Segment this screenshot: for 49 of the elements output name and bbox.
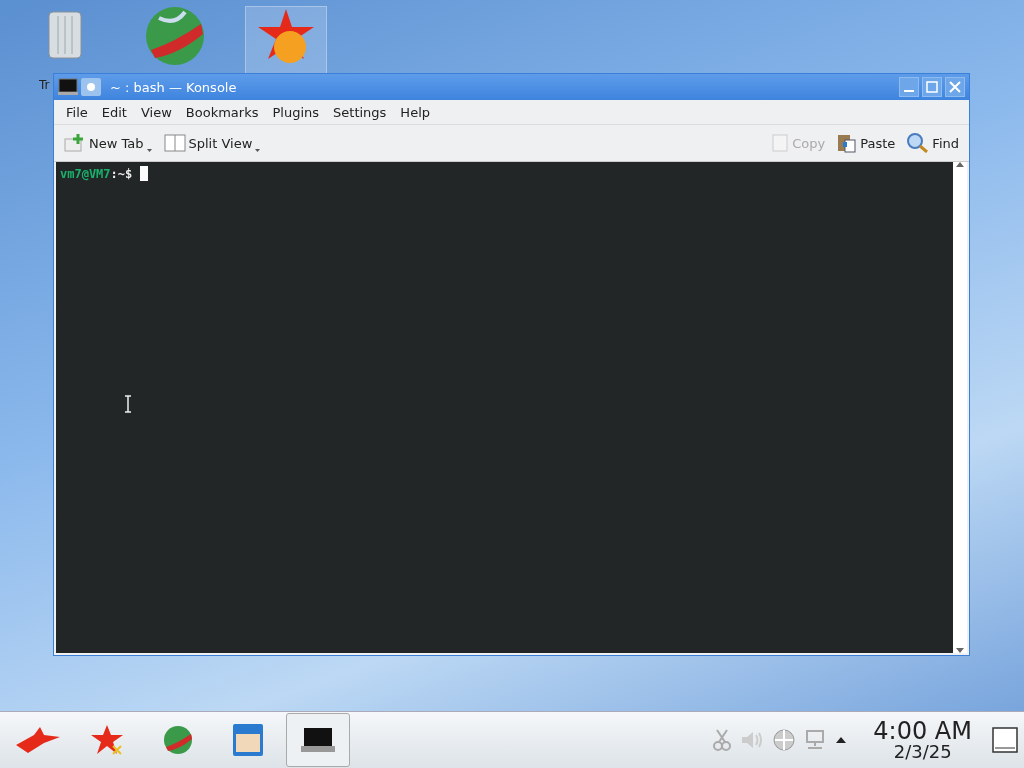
maximize-icon [926, 81, 938, 93]
scrollbar[interactable] [953, 162, 967, 653]
network-icon[interactable] [773, 729, 796, 751]
file-manager-icon [233, 724, 263, 756]
text-cursor [140, 166, 149, 181]
menu-item[interactable]: View [140, 104, 172, 120]
close-button[interactable] [945, 77, 965, 97]
ibeam-cursor-icon [124, 395, 132, 413]
prompt-user-host: vm7@VM7 [60, 166, 111, 181]
menu-item[interactable]: Bookmarks [185, 104, 259, 120]
globe-icon [163, 725, 193, 755]
prompt-path: :~$ [110, 166, 133, 181]
split-view-icon [163, 134, 186, 152]
clock-time: 4:00 AM [873, 719, 972, 743]
dropdown-arrow-icon[interactable] [146, 149, 152, 152]
desktop-icon-label[interactable]: Tr [39, 78, 50, 92]
menu-item[interactable]: Settings [333, 104, 387, 120]
clock[interactable]: 4:00 AM 2/3/25 [873, 719, 972, 761]
menu-item[interactable]: File [66, 104, 88, 120]
minimize-icon [904, 90, 914, 92]
terminal-icon[interactable] [58, 78, 78, 96]
terminal-task-button[interactable] [286, 713, 350, 767]
menu-item[interactable]: Edit [101, 104, 127, 120]
scroll-up-icon[interactable] [956, 162, 964, 167]
search-icon [907, 133, 930, 153]
star-icon [14, 725, 62, 755]
copy-icon [771, 133, 790, 153]
scissors-icon[interactable] [713, 729, 732, 751]
split-button[interactable]: Split View [159, 132, 265, 154]
minimize-button[interactable] [899, 77, 919, 97]
window-title: ~ : bash — Konsole [110, 79, 238, 95]
terminal-icon [301, 727, 335, 753]
terminal-area[interactable]: vm7@VM7:~$ [56, 162, 953, 653]
dropdown-arrow-icon[interactable] [255, 149, 261, 152]
globe-icon[interactable] [145, 6, 205, 66]
clock-date: 2/3/25 [893, 743, 952, 761]
new-tab-button[interactable]: New Tab [60, 132, 156, 154]
find-button[interactable]: Find [903, 131, 963, 155]
menu-item[interactable]: Plugins [272, 104, 320, 120]
clipboard-icon [837, 133, 858, 153]
expand-arrow-icon[interactable] [835, 736, 848, 744]
show-desktop-icon[interactable] [992, 727, 1018, 753]
scroll-down-icon[interactable] [956, 648, 964, 653]
paste-button[interactable]: Paste [833, 131, 900, 155]
star-icon [91, 724, 125, 756]
new-tab-icon [64, 134, 86, 152]
menu-item[interactable]: Help [400, 104, 430, 120]
maximize-button[interactable] [922, 77, 942, 97]
close-icon [949, 81, 961, 93]
